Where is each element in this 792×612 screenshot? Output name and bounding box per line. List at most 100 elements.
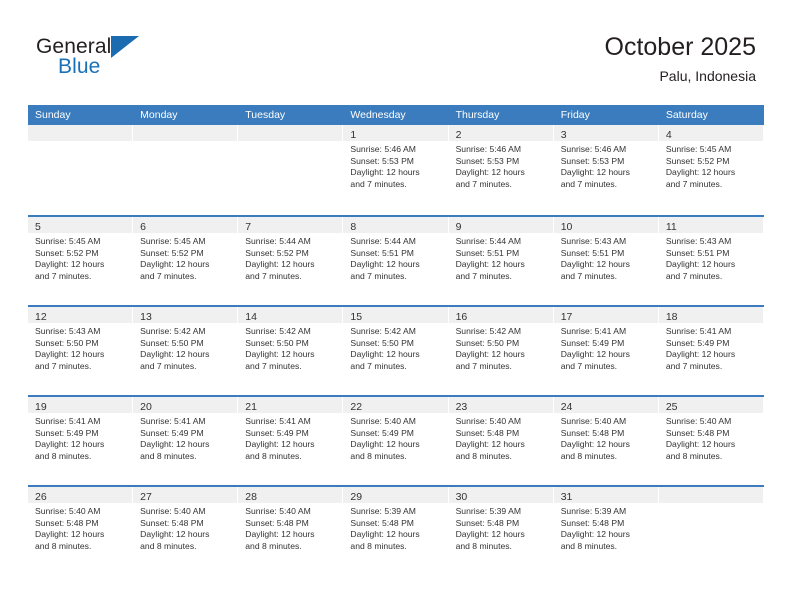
day-cell[interactable]: 18 Sunrise: 5:41 AM Sunset: 5:49 PM Dayligh… (658, 307, 764, 395)
day-number-band: 14 (238, 307, 343, 323)
daylight-text-line2: and 7 minutes. (455, 360, 512, 371)
calendar-weeks: 1 Sunrise: 5:46 AM Sunset: 5:53 PM Daylight… (28, 125, 764, 575)
daylight-text-line2: and 8 minutes. (560, 450, 618, 461)
sunset-text: Sunset: 5:49 PM (35, 427, 99, 438)
day-cell-empty (28, 125, 134, 215)
calendar-week-row: 1 Sunrise: 5:46 AM Sunset: 5:53 PM Daylight… (28, 125, 764, 215)
sunset-text: Sunset: 5:50 PM (140, 337, 204, 348)
day-cell[interactable]: 9 Sunrise: 5:44 AM Sunset: 5:51 PM Daylight… (448, 217, 554, 305)
day-cell[interactable]: 6 Sunrise: 5:45 AM Sunset: 5:52 PM Daylight… (133, 217, 239, 305)
daylight-text-line2: and 7 minutes. (245, 270, 302, 281)
sunrise-text: Sunrise: 5:41 AM (245, 416, 311, 426)
sunrise-text: Sunrise: 5:39 AM (350, 506, 416, 516)
day-sun-info: Sunrise: 5:39 AM Sunset: 5:48 PM Daylight:… (343, 503, 447, 552)
day-cell[interactable]: 3 Sunrise: 5:46 AM Sunset: 5:53 PM Daylight… (553, 125, 659, 215)
day-cell[interactable]: 12 Sunrise: 5:43 AM Sunset: 5:50 PM Dayligh… (28, 307, 134, 395)
sunrise-text: Sunrise: 5:45 AM (140, 236, 206, 246)
day-cell[interactable]: 20 Sunrise: 5:41 AM Sunset: 5:49 PM Dayligh… (133, 397, 239, 485)
calendar-grid: Sunday Monday Tuesday Wednesday Thursday… (28, 105, 764, 575)
day-cell[interactable]: 4 Sunrise: 5:45 AM Sunset: 5:52 PM Daylight… (658, 125, 764, 215)
sunrise-text: Sunrise: 5:40 AM (665, 416, 732, 426)
general-blue-logo[interactable]: General Blue (36, 36, 146, 82)
day-number-band: 10 (553, 217, 658, 233)
day-cell[interactable]: 27 Sunrise: 5:40 AM Sunset: 5:48 PM Dayligh… (133, 487, 239, 575)
day-cell[interactable]: 24 Sunrise: 5:40 AM Sunset: 5:48 PM Dayligh… (553, 397, 659, 485)
day-sun-info: Sunrise: 5:46 AM Sunset: 5:53 PM Daylight:… (343, 141, 447, 190)
day-cell[interactable]: 16 Sunrise: 5:42 AM Sunset: 5:50 PM Dayligh… (448, 307, 554, 395)
day-number-band: 21 (238, 397, 343, 413)
day-cell[interactable]: 11 Sunrise: 5:43 AM Sunset: 5:51 PM Dayligh… (658, 217, 764, 305)
daylight-text-line2: and 8 minutes. (35, 450, 92, 461)
day-sun-info: Sunrise: 5:44 AM Sunset: 5:51 PM Daylight:… (449, 233, 553, 282)
day-cell[interactable]: 30 Sunrise: 5:39 AM Sunset: 5:48 PM Dayligh… (448, 487, 554, 575)
day-cell[interactable]: 10 Sunrise: 5:43 AM Sunset: 5:51 PM Dayligh… (553, 217, 659, 305)
day-number-band: 27 (133, 487, 238, 503)
day-number-band: 26 (28, 487, 133, 503)
daylight-text-line1: Daylight: 12 hours (350, 439, 420, 450)
day-sun-info: Sunrise: 5:41 AM Sunset: 5:49 PM Daylight:… (133, 413, 237, 462)
sunrise-text: Sunrise: 5:40 AM (455, 416, 522, 426)
day-number: 17 (560, 311, 573, 323)
weekday-header-thursday: Thursday (455, 109, 500, 121)
daylight-text-line1: Daylight: 12 hours (140, 349, 210, 360)
day-cell[interactable]: 22 Sunrise: 5:40 AM Sunset: 5:49 PM Dayligh… (343, 397, 449, 485)
sunrise-text: Sunrise: 5:43 AM (35, 326, 101, 336)
day-number-band: 17 (553, 307, 658, 323)
daylight-text-line2: and 7 minutes. (140, 270, 197, 281)
day-cell[interactable]: 1 Sunrise: 5:46 AM Sunset: 5:53 PM Daylight… (343, 125, 449, 215)
day-number-band: 16 (448, 307, 553, 323)
sunset-text: Sunset: 5:51 PM (665, 247, 730, 258)
day-number-band: 2 (448, 125, 553, 141)
daylight-text-line2: and 8 minutes. (665, 450, 723, 461)
daylight-text-line1: Daylight: 12 hours (35, 439, 105, 450)
daylight-text-line2: and 8 minutes. (455, 450, 512, 461)
daylight-text-line1: Daylight: 12 hours (35, 349, 105, 360)
daylight-text-line1: Daylight: 12 hours (560, 439, 630, 450)
daylight-text-line1: Daylight: 12 hours (245, 349, 315, 360)
sunrise-text: Sunrise: 5:40 AM (140, 506, 206, 516)
day-cell[interactable]: 26 Sunrise: 5:40 AM Sunset: 5:48 PM Dayligh… (28, 487, 134, 575)
day-cell[interactable]: 29 Sunrise: 5:39 AM Sunset: 5:48 PM Dayligh… (343, 487, 449, 575)
day-cell[interactable]: 7 Sunrise: 5:44 AM Sunset: 5:52 PM Daylight… (238, 217, 344, 305)
sunrise-text: Sunrise: 5:41 AM (560, 326, 627, 336)
day-cell[interactable]: 28 Sunrise: 5:40 AM Sunset: 5:48 PM Dayligh… (238, 487, 344, 575)
day-number: 29 (350, 491, 363, 503)
day-cell[interactable]: 14 Sunrise: 5:42 AM Sunset: 5:50 PM Dayligh… (238, 307, 344, 395)
day-cell[interactable]: 21 Sunrise: 5:41 AM Sunset: 5:49 PM Dayligh… (238, 397, 344, 485)
day-sun-info: Sunrise: 5:45 AM Sunset: 5:52 PM Daylight:… (28, 233, 132, 282)
day-cell[interactable]: 17 Sunrise: 5:41 AM Sunset: 5:49 PM Dayligh… (553, 307, 659, 395)
day-cell[interactable]: 5 Sunrise: 5:45 AM Sunset: 5:52 PM Daylight… (28, 217, 134, 305)
daylight-text-line2: and 8 minutes. (350, 450, 407, 461)
day-cell[interactable]: 23 Sunrise: 5:40 AM Sunset: 5:48 PM Dayligh… (448, 397, 554, 485)
day-number: 28 (245, 491, 257, 503)
day-number: 20 (140, 401, 152, 413)
day-cell-empty (133, 125, 239, 215)
day-number-band (238, 125, 343, 141)
sunrise-text: Sunrise: 5:46 AM (350, 144, 416, 154)
day-cell[interactable]: 19 Sunrise: 5:41 AM Sunset: 5:49 PM Dayligh… (28, 397, 134, 485)
sunrise-text: Sunrise: 5:42 AM (350, 326, 416, 336)
day-cell[interactable]: 2 Sunrise: 5:46 AM Sunset: 5:53 PM Daylight… (448, 125, 554, 215)
day-number-band: 20 (133, 397, 238, 413)
day-sun-info: Sunrise: 5:42 AM Sunset: 5:50 PM Daylight:… (133, 323, 237, 372)
sunset-text: Sunset: 5:52 PM (245, 247, 309, 258)
daylight-text-line2: and 7 minutes. (560, 178, 618, 189)
weekday-header-saturday: Saturday (665, 109, 708, 121)
day-cell[interactable]: 8 Sunrise: 5:44 AM Sunset: 5:51 PM Daylight… (343, 217, 449, 305)
day-cell[interactable]: 13 Sunrise: 5:42 AM Sunset: 5:50 PM Dayligh… (133, 307, 239, 395)
daylight-text-line1: Daylight: 12 hours (665, 349, 736, 360)
sunset-text: Sunset: 5:50 PM (455, 337, 520, 348)
sunrise-text: Sunrise: 5:43 AM (665, 236, 732, 246)
day-sun-info: Sunrise: 5:39 AM Sunset: 5:48 PM Daylight:… (449, 503, 553, 552)
day-cell[interactable]: 15 Sunrise: 5:42 AM Sunset: 5:50 PM Dayligh… (343, 307, 449, 395)
daylight-text-line1: Daylight: 12 hours (350, 349, 420, 360)
day-cell[interactable]: 31 Sunrise: 5:39 AM Sunset: 5:48 PM Dayligh… (553, 487, 659, 575)
day-cell[interactable]: 25 Sunrise: 5:40 AM Sunset: 5:48 PM Dayligh… (658, 397, 764, 485)
day-number-band: 18 (658, 307, 763, 323)
daylight-text-line1: Daylight: 12 hours (140, 529, 210, 540)
sunset-text: Sunset: 5:49 PM (245, 427, 309, 438)
weekday-header-tuesday: Tuesday (245, 109, 286, 121)
title-block: October 2025 Palu, Indonesia (605, 32, 757, 86)
daylight-text-line1: Daylight: 12 hours (665, 439, 736, 450)
day-number-band (28, 125, 133, 141)
